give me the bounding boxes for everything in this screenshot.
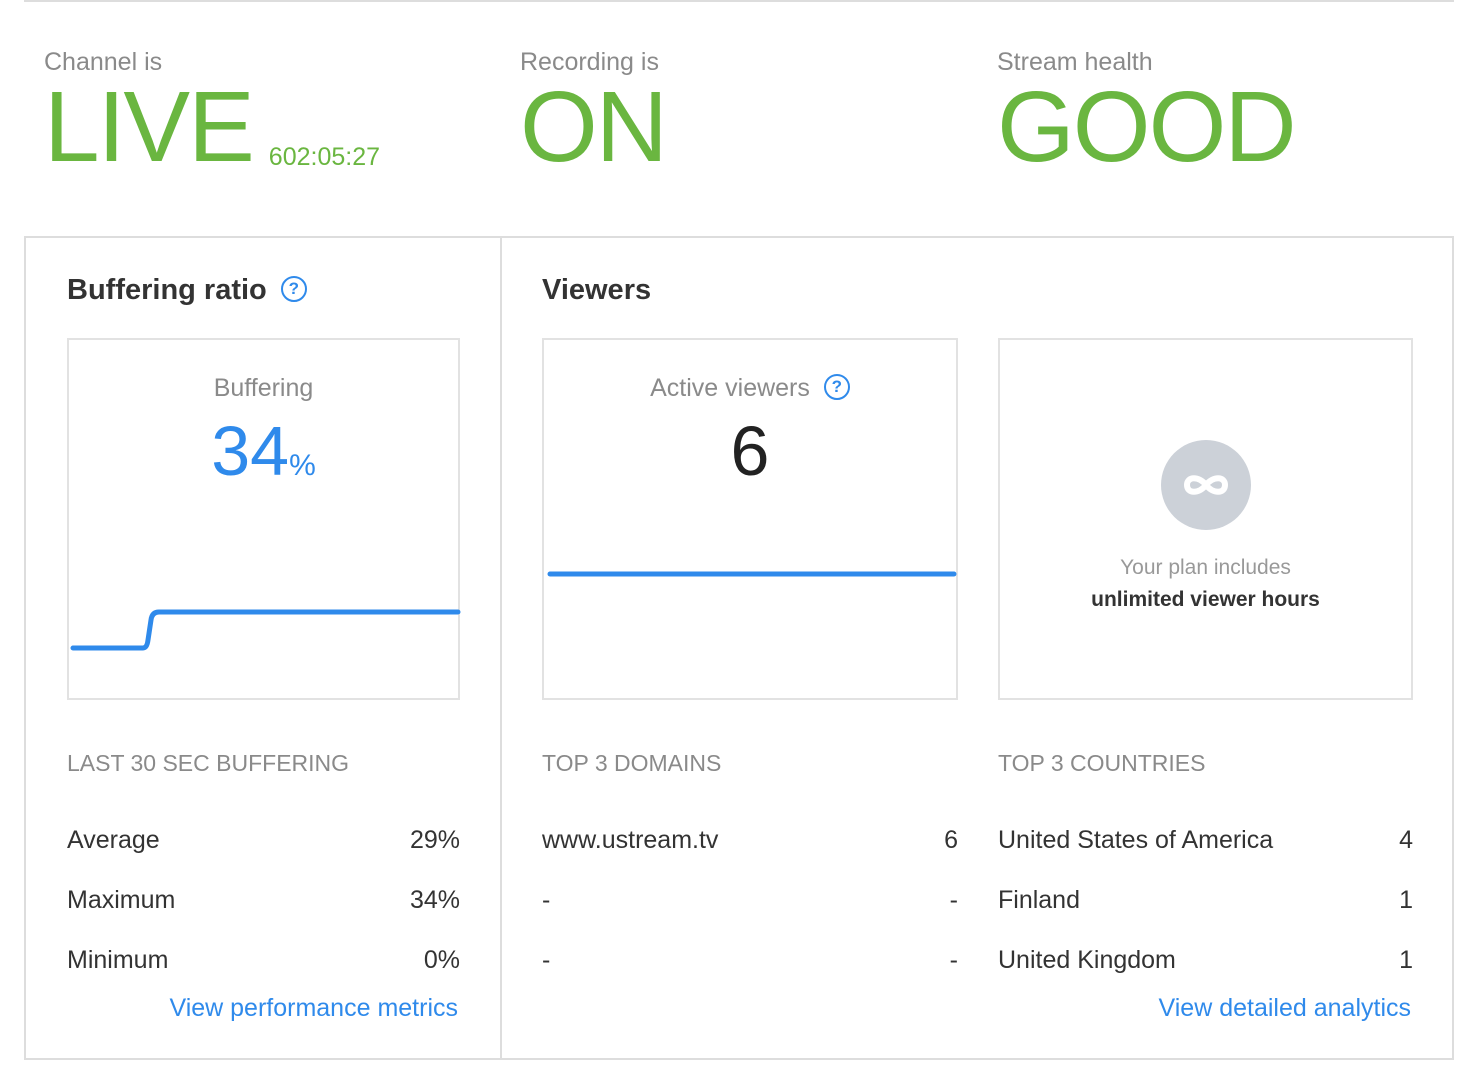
stat-label: Average: [67, 826, 160, 854]
viewers-title: Viewers: [542, 274, 652, 306]
buffering-ratio-title: Buffering ratio?: [67, 272, 307, 308]
recording-status-value: ON: [520, 71, 668, 183]
country-row: Finland 1: [998, 886, 1413, 915]
top-domains-heading: TOP 3 DOMAINS: [542, 750, 722, 776]
stats-panel: Buffering ratio? Buffering 34% LAST 30 S…: [24, 236, 1454, 1060]
active-viewers-card: Active viewers? 6: [542, 338, 958, 700]
question-circle-icon[interactable]: ?: [280, 276, 307, 303]
buffering-sparkline-path: [70, 609, 461, 651]
view-detailed-analytics-link[interactable]: View detailed analytics: [1159, 994, 1411, 1023]
infinity-icon: [1161, 440, 1251, 530]
plan-message: Your plan includes unlimited viewer hour…: [1000, 552, 1411, 616]
stat-value: 34%: [409, 886, 460, 914]
stat-value: 0%: [423, 946, 460, 974]
buffering-ratio-title-text: Buffering ratio: [67, 274, 267, 306]
panel-divider: [500, 238, 502, 1058]
stream-health-value: GOOD: [997, 71, 1297, 183]
country-count: 1: [1399, 946, 1413, 974]
plan-message-line2: unlimited viewer hours: [1091, 588, 1320, 611]
country-row: United Kingdom 1: [998, 946, 1413, 975]
view-performance-metrics-link[interactable]: View performance metrics: [169, 994, 458, 1023]
country-name: United States of America: [998, 826, 1274, 854]
channel-status: Channel is LIVE 602:05:27: [44, 46, 381, 183]
viewers-sparkline: [547, 571, 957, 577]
country-count: 1: [1399, 886, 1413, 914]
buffering-stat-row: Minimum 0%: [67, 946, 460, 975]
country-name: Finland: [998, 886, 1080, 914]
domain-name: -: [542, 946, 551, 974]
domain-row: - -: [542, 886, 958, 915]
top-countries-heading: TOP 3 COUNTRIES: [998, 750, 1206, 776]
live-timer: 602:05:27: [268, 143, 381, 171]
country-name: United Kingdom: [998, 946, 1176, 974]
domain-name: -: [542, 886, 551, 914]
domain-row: - -: [542, 946, 958, 975]
domain-count: -: [949, 886, 958, 914]
country-count: 4: [1399, 826, 1413, 854]
stat-label: Minimum: [67, 946, 169, 974]
country-row: United States of America 4: [998, 826, 1413, 855]
recording-status: Recording is ON: [520, 46, 668, 183]
top-divider: [24, 0, 1454, 2]
buffering-stats-heading: LAST 30 SEC BUFFERING: [67, 750, 350, 776]
stream-health-status: Stream health GOOD: [997, 46, 1297, 183]
domain-row: www.ustream.tv 6: [542, 826, 958, 855]
stat-label: Maximum: [67, 886, 176, 914]
buffering-card: Buffering 34%: [67, 338, 461, 700]
stat-value: 29%: [409, 826, 460, 854]
plan-message-line1: Your plan includes: [1120, 556, 1291, 579]
domain-count: 6: [944, 826, 958, 854]
buffering-sparkline: [70, 609, 461, 651]
buffering-stat-row: Average 29%: [67, 826, 460, 855]
viewer-hours-card: Your plan includes unlimited viewer hour…: [998, 338, 1413, 700]
channel-status-value: LIVE: [44, 71, 255, 183]
buffering-stat-row: Maximum 34%: [67, 886, 460, 915]
domain-name: www.ustream.tv: [542, 826, 719, 854]
domain-count: -: [949, 946, 958, 974]
